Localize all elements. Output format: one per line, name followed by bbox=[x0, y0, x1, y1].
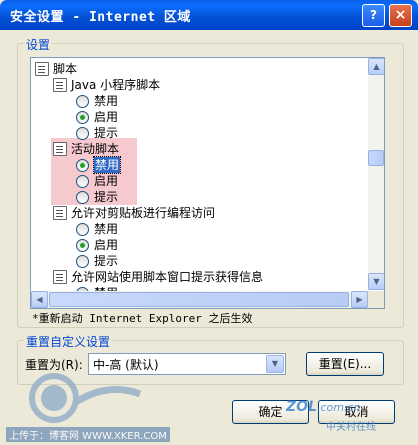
setting-option-label: 启用 bbox=[94, 238, 119, 252]
setting-category: 脚本 bbox=[31, 61, 368, 77]
radio-button[interactable] bbox=[76, 239, 89, 252]
setting-option[interactable]: 启用 bbox=[31, 173, 368, 189]
title-bar: 安全设置 - Internet 区域 ? × bbox=[0, 0, 418, 30]
radio-button[interactable] bbox=[76, 127, 89, 140]
setting-option[interactable]: 禁用 bbox=[31, 93, 368, 109]
radio-button[interactable] bbox=[76, 223, 89, 236]
setting-category: Java 小程序脚本 bbox=[31, 77, 368, 93]
reset-to-label: 重置为(R): bbox=[25, 358, 83, 372]
reset-button[interactable]: 重置(E)... bbox=[306, 352, 384, 376]
setting-option-label: 禁用 bbox=[94, 94, 119, 108]
reset-level-value: 中-高 (默认) bbox=[93, 358, 159, 372]
radio-button[interactable] bbox=[76, 175, 89, 188]
setting-option-label: 提示 bbox=[94, 126, 119, 140]
setting-option-label: 提示 bbox=[94, 254, 119, 268]
setting-category: 允许对剪贴板进行编程访问 bbox=[31, 205, 368, 221]
script-setting-icon bbox=[53, 270, 67, 284]
setting-category: 允许网站使用脚本窗口提示获得信息 bbox=[31, 269, 368, 285]
setting-option[interactable]: 提示 bbox=[31, 253, 368, 269]
restart-note: *重新启动 Internet Explorer 之后生效 bbox=[32, 312, 253, 325]
setting-category-label: 活动脚本 bbox=[71, 142, 120, 156]
setting-category-label: Java 小程序脚本 bbox=[71, 78, 161, 92]
window-title: 安全设置 - Internet 区域 bbox=[10, 10, 191, 25]
scroll-up-icon[interactable]: ▲ bbox=[368, 58, 384, 75]
script-setting-icon bbox=[53, 142, 67, 156]
upload-caption: 上传于：博客网 WWW.XKER.COM bbox=[6, 427, 170, 442]
setting-option[interactable]: 禁用 bbox=[31, 221, 368, 237]
vertical-scroll-thumb[interactable] bbox=[368, 150, 384, 166]
setting-option[interactable]: 启用 bbox=[31, 109, 368, 125]
zol-domain-text: .com.cn bbox=[316, 401, 361, 414]
setting-option[interactable]: 禁用 bbox=[31, 156, 368, 174]
vertical-scrollbar[interactable]: ▲ ▼ bbox=[368, 58, 384, 290]
close-button[interactable]: × bbox=[389, 4, 412, 27]
setting-option-label: 启用 bbox=[94, 110, 119, 124]
site-logo-icon bbox=[29, 373, 142, 423]
chevron-down-icon[interactable]: ▼ bbox=[266, 355, 284, 373]
radio-button[interactable] bbox=[76, 111, 89, 124]
setting-category-label: 允许网站使用脚本窗口提示获得信息 bbox=[71, 270, 264, 284]
scroll-right-icon[interactable]: ▶ bbox=[351, 291, 368, 308]
setting-category: 活动脚本 bbox=[31, 141, 368, 157]
reset-group-label: 重置自定义设置 bbox=[24, 333, 113, 350]
radio-button[interactable] bbox=[76, 191, 89, 204]
radio-button[interactable] bbox=[76, 255, 89, 268]
setting-category-label: 脚本 bbox=[53, 62, 78, 76]
setting-option-label: 提示 bbox=[94, 190, 119, 204]
scroll-left-icon[interactable]: ◀ bbox=[31, 291, 48, 308]
setting-option-label: 禁用 bbox=[94, 222, 119, 236]
script-setting-icon bbox=[53, 206, 67, 220]
setting-option[interactable]: 启用 bbox=[31, 237, 368, 253]
setting-option[interactable]: 提示 bbox=[31, 125, 368, 141]
horizontal-scroll-thumb[interactable] bbox=[49, 292, 349, 307]
zol-site-name: 中关村在线 bbox=[326, 422, 376, 433]
zol-logo: ZOL.com.cn bbox=[286, 399, 361, 415]
setting-category-label: 允许对剪贴板进行编程访问 bbox=[71, 206, 216, 220]
setting-option-label: 禁用 bbox=[92, 156, 122, 174]
radio-button[interactable] bbox=[76, 95, 89, 108]
setting-option-label: 启用 bbox=[94, 174, 119, 188]
scroll-down-icon[interactable]: ▼ bbox=[368, 273, 384, 290]
help-button[interactable]: ? bbox=[362, 4, 385, 27]
settings-group-label: 设置 bbox=[24, 36, 53, 53]
zol-logo-text: ZOL bbox=[286, 399, 317, 415]
setting-option[interactable]: 提示 bbox=[31, 189, 368, 205]
script-setting-icon bbox=[35, 62, 49, 76]
radio-button[interactable] bbox=[76, 159, 89, 172]
settings-list[interactable]: 脚本 Java 小程序脚本 禁用 启用 提示 活动脚本 禁用 启用 提示 允许对剪贴板进行编程访问… bbox=[30, 57, 385, 309]
script-setting-icon bbox=[53, 78, 67, 92]
horizontal-scrollbar[interactable]: ◀ ▶ bbox=[31, 291, 368, 308]
scroll-corner bbox=[368, 291, 384, 308]
